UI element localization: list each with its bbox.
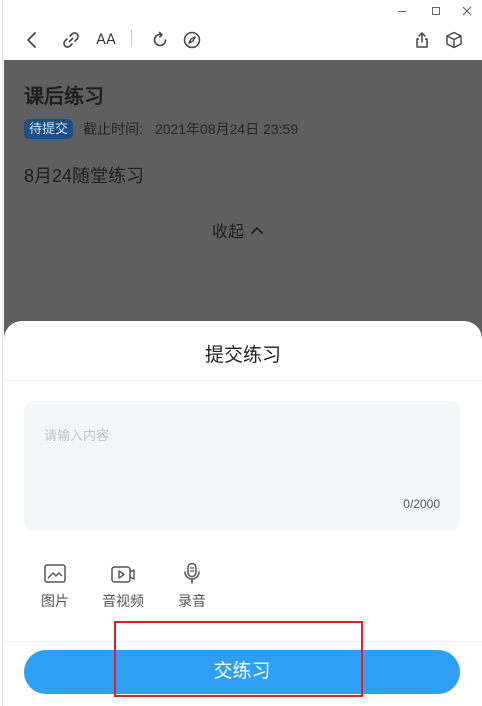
- exercise-description: 8月24随堂练习: [24, 166, 145, 186]
- highlight-box: [114, 621, 363, 697]
- share-icon[interactable]: [409, 27, 435, 53]
- attach-audio-button[interactable]: 录音: [162, 561, 222, 611]
- attach-image-button[interactable]: 图片: [25, 561, 85, 611]
- article-overlay[interactable]: 课后练习 待提交 截止时间: 2021年08月24日 23:59 8月24随堂练…: [4, 60, 482, 360]
- title-bar: [4, 0, 482, 22]
- font-size-label: AA: [96, 32, 116, 48]
- toolbar: AA: [4, 22, 482, 60]
- answer-input-placeholder: 请输入内容: [44, 428, 110, 443]
- char-counter: 0/2000: [403, 497, 440, 511]
- close-icon[interactable]: [459, 3, 475, 19]
- deadline-value: 2021年08月24日 23:59: [154, 121, 299, 137]
- answer-input[interactable]: 请输入内容 0/2000: [24, 401, 460, 531]
- attach-audio-label: 录音: [178, 593, 206, 609]
- microphone-icon: [162, 561, 222, 587]
- sheet-divider: [4, 380, 482, 381]
- image-icon: [25, 561, 85, 587]
- article-meta: 待提交 截止时间: 2021年08月24日 23:59: [24, 118, 298, 140]
- video-icon: [93, 561, 153, 587]
- deadline-label: 截止时间:: [83, 121, 143, 137]
- attach-image-label: 图片: [41, 593, 69, 609]
- page-title: 课后练习: [24, 86, 104, 108]
- link-icon[interactable]: [58, 27, 84, 53]
- font-size-icon[interactable]: AA: [91, 27, 121, 53]
- back-arrow-icon[interactable]: [19, 27, 45, 53]
- collapse-toggle[interactable]: 收起: [212, 218, 264, 242]
- chevron-up-icon: [251, 227, 263, 234]
- window-left-edge: [0, 0, 3, 706]
- app-window: AA 课后练习 待提交 截止时间: 2021年08月24日 23:59 8月24…: [0, 0, 482, 706]
- minimize-icon[interactable]: [394, 3, 410, 19]
- compass-icon[interactable]: [179, 27, 205, 53]
- toolbar-separator: [131, 29, 132, 47]
- maximize-icon[interactable]: [428, 3, 444, 19]
- attach-video-button[interactable]: 音视频: [93, 561, 153, 611]
- cube-icon[interactable]: [441, 27, 467, 53]
- refresh-icon[interactable]: [147, 27, 173, 53]
- collapse-label: 收起: [212, 224, 245, 241]
- attach-video-label: 音视频: [102, 593, 144, 609]
- status-badge: 待提交: [24, 119, 74, 139]
- sheet-title: 提交练习: [204, 345, 281, 366]
